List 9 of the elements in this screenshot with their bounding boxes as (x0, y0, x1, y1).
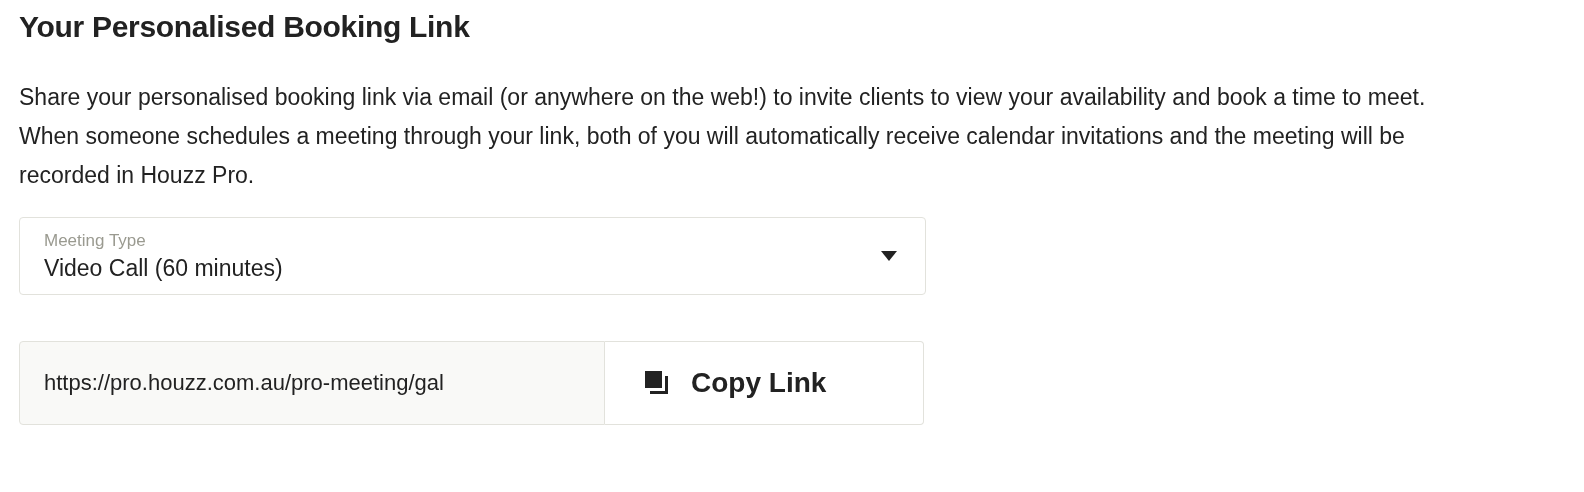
link-field[interactable]: https://pro.houzz.com.au/pro-meeting/gal (19, 341, 605, 425)
copy-icon (645, 371, 669, 395)
copy-link-button[interactable]: Copy Link (605, 341, 924, 425)
meeting-type-dropdown[interactable]: Meeting Type Video Call (60 minutes) (19, 217, 926, 295)
field-label: Meeting Type (44, 230, 147, 251)
section-heading: Your Personalised Booking Link (19, 10, 471, 44)
description-paragraph: Share your personalised booking link via email (or anywhere on the web!) to invite clients to view your availability and book a time to meet. When someone schedules a meeting through your link, both of you will automatically receive calendar invitations and the meeting will be recorded in Houzz Pro. (19, 83, 1427, 190)
caret-icon (881, 251, 897, 261)
selected-value: Video Call (60 minutes) (44, 254, 283, 282)
